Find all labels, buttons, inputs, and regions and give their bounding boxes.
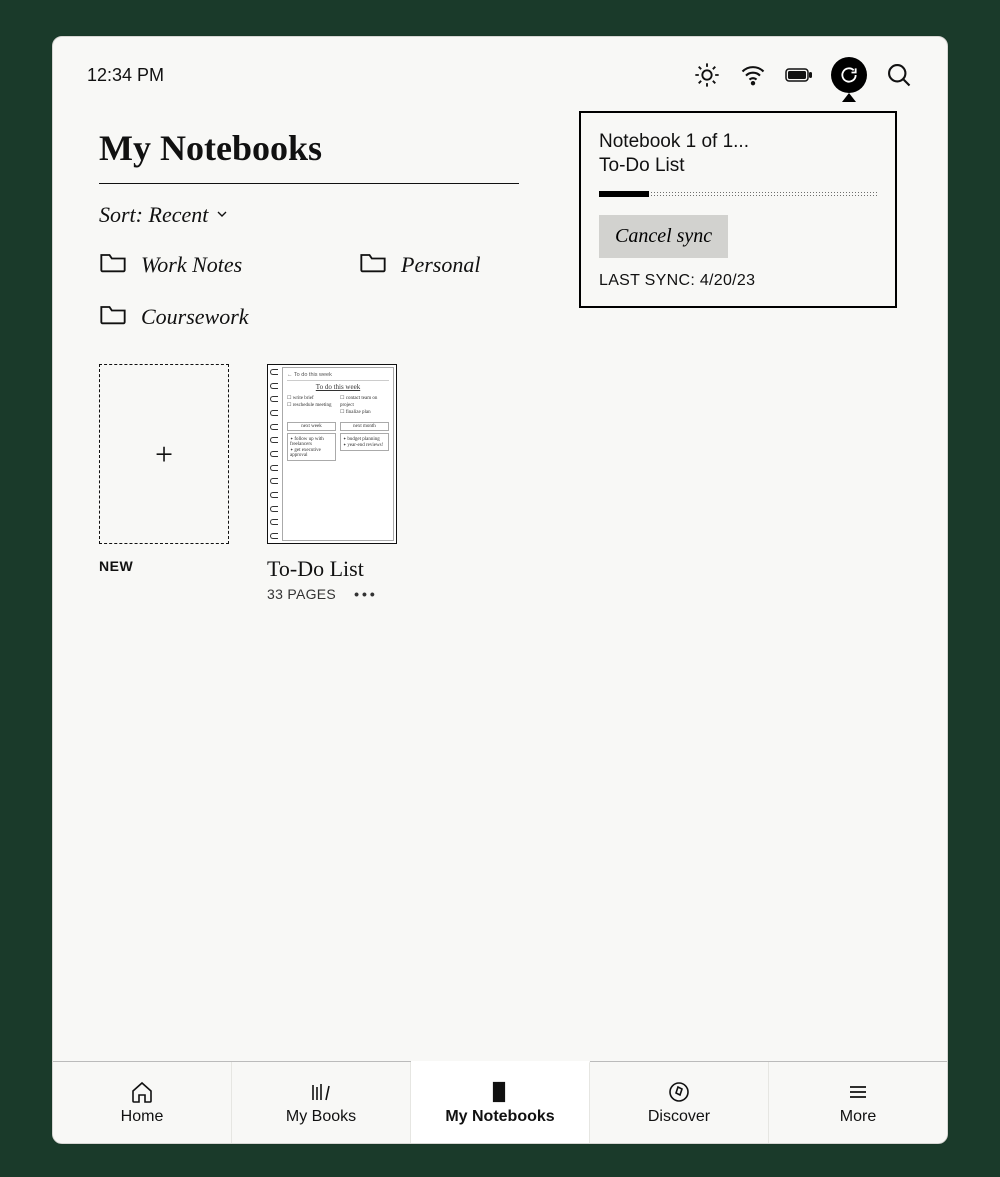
tab-discover[interactable]: Discover bbox=[590, 1062, 769, 1143]
tab-label: My Notebooks bbox=[445, 1108, 554, 1126]
thumb-item: year-end reviews! bbox=[343, 442, 386, 448]
tab-more[interactable]: More bbox=[769, 1062, 947, 1143]
folder-personal[interactable]: Personal bbox=[359, 250, 609, 280]
notebook-tile[interactable]: ← To do this week To do this week write … bbox=[267, 364, 417, 602]
spiral-binding-icon bbox=[270, 369, 280, 539]
tab-label: Home bbox=[121, 1108, 164, 1126]
thumb-item: contact team on project bbox=[340, 395, 389, 409]
more-icon[interactable]: ••• bbox=[354, 586, 378, 602]
status-icons bbox=[693, 57, 913, 93]
tab-my-books[interactable]: My Books bbox=[232, 1062, 411, 1143]
thumb-title: To do this week bbox=[287, 383, 389, 391]
tab-my-notebooks[interactable]: My Notebooks bbox=[411, 1061, 590, 1143]
cancel-sync-button[interactable]: Cancel sync bbox=[599, 215, 728, 258]
thumb-box-h: next month bbox=[340, 422, 389, 431]
new-notebook-tile[interactable]: + NEW bbox=[99, 364, 229, 602]
folder-label: Coursework bbox=[141, 304, 249, 330]
tab-label: My Books bbox=[286, 1108, 356, 1126]
thumb-box-h: next week bbox=[287, 422, 336, 431]
device-frame: 12:34 PM My Notebooks Sort: Recent bbox=[52, 36, 948, 1144]
new-label: NEW bbox=[99, 558, 229, 574]
plus-icon: + bbox=[99, 364, 229, 544]
search-icon[interactable] bbox=[885, 61, 913, 89]
thumb-item: write brief bbox=[287, 395, 336, 402]
thumb-item: reschedule meeting bbox=[287, 402, 336, 409]
notebook-grid: + NEW ← To do this week To do this week … bbox=[99, 364, 901, 602]
folder-icon bbox=[359, 250, 387, 280]
sync-item-name: To-Do List bbox=[599, 155, 877, 177]
notebook-title: To-Do List bbox=[267, 556, 417, 582]
last-sync-label: LAST SYNC: 4/20/23 bbox=[599, 272, 877, 290]
progress-bar bbox=[599, 191, 877, 197]
wifi-icon[interactable] bbox=[739, 61, 767, 89]
status-bar: 12:34 PM bbox=[53, 37, 947, 101]
thumb-item: follow up with freelancers bbox=[290, 436, 333, 447]
tab-bar: Home My Books My Notebooks Discover More bbox=[53, 1061, 947, 1143]
thumb-item: finalize plan bbox=[340, 409, 389, 416]
tab-label: Discover bbox=[648, 1108, 710, 1126]
chevron-down-icon bbox=[214, 202, 230, 228]
folder-label: Personal bbox=[401, 252, 480, 278]
battery-icon[interactable] bbox=[785, 61, 813, 89]
folder-icon bbox=[99, 302, 127, 332]
title-divider bbox=[99, 183, 519, 184]
notebook-thumbnail: ← To do this week To do this week write … bbox=[267, 364, 397, 544]
brightness-icon[interactable] bbox=[693, 61, 721, 89]
sort-label: Sort: Recent bbox=[99, 202, 208, 228]
folder-work-notes[interactable]: Work Notes bbox=[99, 250, 349, 280]
sync-status: Notebook 1 of 1... bbox=[599, 131, 877, 153]
folder-label: Work Notes bbox=[141, 252, 242, 278]
tab-label: More bbox=[840, 1108, 876, 1126]
tab-home[interactable]: Home bbox=[53, 1062, 232, 1143]
sync-icon[interactable] bbox=[831, 57, 867, 93]
sync-popover: Notebook 1 of 1... To-Do List Cancel syn… bbox=[579, 111, 897, 308]
thumb-back: ← To do this week bbox=[287, 372, 389, 381]
thumb-item: get executive approval bbox=[290, 447, 333, 458]
folder-icon bbox=[99, 250, 127, 280]
folder-coursework[interactable]: Coursework bbox=[99, 302, 349, 332]
clock: 12:34 PM bbox=[87, 65, 164, 86]
pages-label: 33 PAGES bbox=[267, 586, 336, 602]
